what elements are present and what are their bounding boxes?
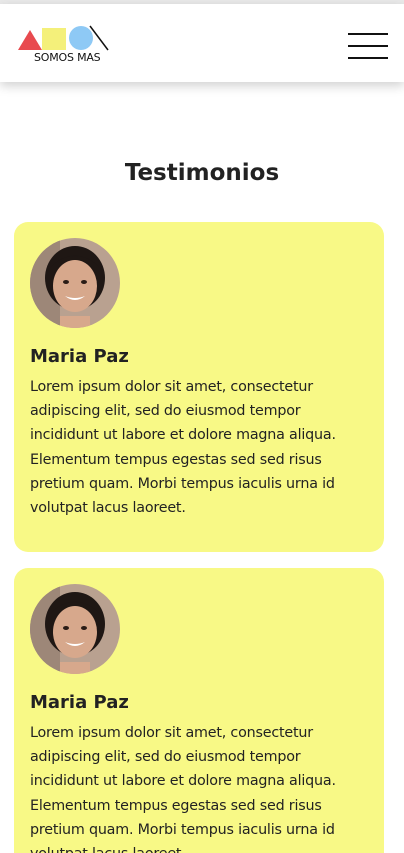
testimonial-card: Maria Paz Lorem ipsum dolor sit amet, co… — [14, 568, 384, 853]
testimonial-card: Maria Paz Lorem ipsum dolor sit amet, co… — [14, 222, 384, 552]
testimonial-name: Maria Paz — [30, 692, 129, 713]
menu-bar — [348, 45, 388, 47]
avatar-portrait-icon — [30, 584, 120, 674]
logo-text: SOMOS MAS — [34, 51, 101, 64]
page: SOMOS MAS Testimonios Maria Paz Lorem ip — [0, 0, 404, 853]
avatar — [30, 584, 120, 674]
testimonial-name: Maria Paz — [30, 346, 129, 367]
testimonial-text: Lorem ipsum dolor sit amet, consectetur … — [30, 725, 336, 853]
avatar — [30, 238, 120, 328]
testimonial-text: Lorem ipsum dolor sit amet, consectetur … — [30, 379, 336, 517]
section-title: Testimonios — [124, 160, 280, 186]
logo[interactable]: SOMOS MAS — [18, 24, 113, 66]
avatar-portrait-icon — [30, 238, 120, 328]
menu-bar — [348, 33, 388, 35]
menu-icon[interactable] — [348, 32, 388, 60]
navbar: SOMOS MAS — [0, 4, 404, 82]
menu-bar — [348, 57, 388, 59]
